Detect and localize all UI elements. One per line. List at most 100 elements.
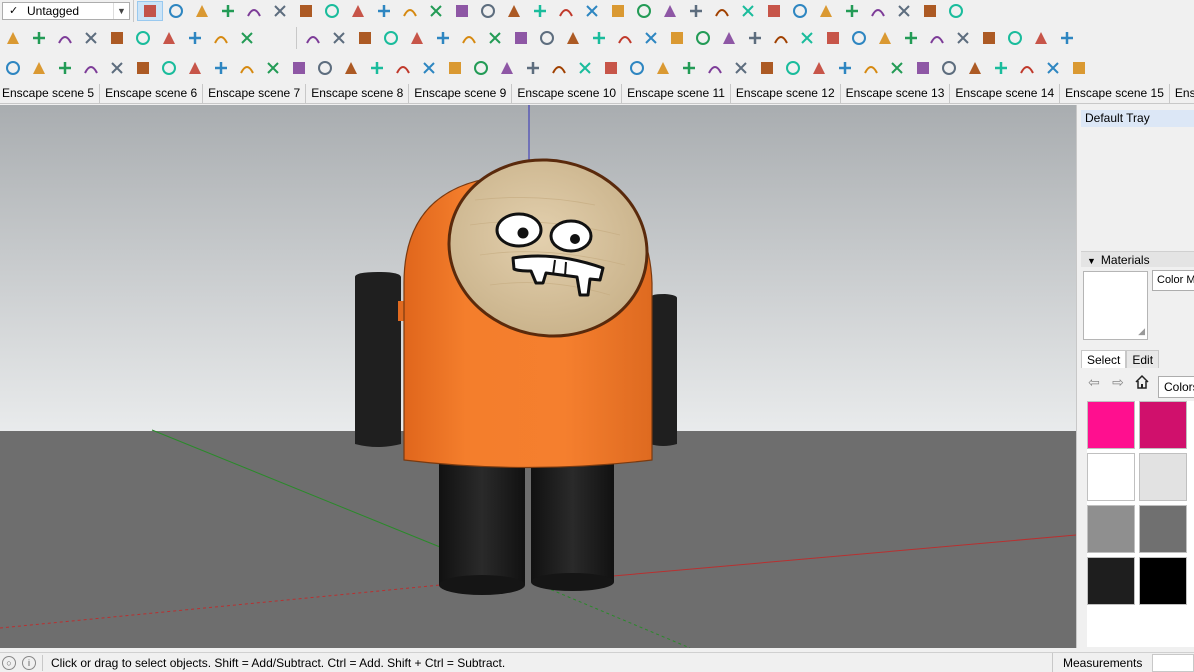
home-icon[interactable] (761, 1, 787, 21)
orbit-icon[interactable] (475, 1, 501, 21)
smooth-icon[interactable] (1028, 25, 1054, 51)
plane6-icon[interactable] (130, 55, 156, 81)
cone-icon[interactable] (442, 55, 468, 81)
move-icon[interactable] (319, 1, 345, 21)
components-icon[interactable] (657, 1, 683, 21)
vine-icon[interactable] (312, 55, 338, 81)
info-icon[interactable] (234, 25, 260, 51)
scene-tab[interactable]: Enscape scene 10 (512, 84, 623, 103)
layers4-icon[interactable] (1040, 55, 1066, 81)
close-x-icon[interactable] (910, 55, 936, 81)
tape-measure-icon[interactable] (397, 1, 423, 21)
grid-icon[interactable] (1054, 25, 1080, 51)
fillet-icon[interactable] (612, 25, 638, 51)
styles-icon[interactable] (631, 1, 657, 21)
door-icon[interactable] (891, 1, 917, 21)
window-icon[interactable] (865, 1, 891, 21)
scene-tab[interactable]: Enscape scene 7 (203, 84, 307, 103)
plane3-icon[interactable] (52, 55, 78, 81)
split-icon[interactable] (638, 25, 664, 51)
duplicate-icon[interactable] (754, 55, 780, 81)
bend-icon[interactable] (456, 25, 482, 51)
rotate-icon[interactable] (345, 1, 371, 21)
layout-icon[interactable] (832, 55, 858, 81)
color-swatch[interactable] (1139, 453, 1187, 501)
color-swatch[interactable] (1087, 401, 1135, 449)
undo-curve-icon[interactable] (650, 55, 676, 81)
collapse-triangle-icon[interactable]: ▼ (1087, 256, 1096, 266)
cloud-upload-icon[interactable] (156, 25, 182, 51)
scene-tab[interactable]: Enscape scene 15 (1060, 84, 1170, 103)
corner-icon[interactable] (560, 25, 586, 51)
chain-icon[interactable] (286, 55, 312, 81)
pillow-icon[interactable] (260, 55, 286, 81)
scale-icon[interactable] (371, 1, 397, 21)
cube-wire-icon[interactable] (482, 25, 508, 51)
surface-icon[interactable] (404, 25, 430, 51)
cycle-icon[interactable] (546, 55, 572, 81)
warning-icon[interactable] (494, 55, 520, 81)
house-icon[interactable] (735, 1, 761, 21)
arc3-icon[interactable] (534, 25, 560, 51)
pan-icon[interactable] (501, 1, 527, 21)
wall-icon[interactable] (839, 1, 865, 21)
plane-icon[interactable] (0, 55, 26, 81)
enscape-sync-icon[interactable] (26, 25, 52, 51)
scene-tab[interactable]: Enscape scene 12 (731, 84, 841, 103)
slice-icon[interactable] (352, 25, 378, 51)
roof2-icon[interactable] (917, 1, 943, 21)
back-arrow-icon[interactable]: ⇦ (1085, 373, 1103, 391)
lasso-icon[interactable] (520, 55, 546, 81)
user-icon[interactable] (683, 1, 709, 21)
profile-icon[interactable] (690, 25, 716, 51)
checker-icon[interactable] (130, 25, 156, 51)
viewport-canvas[interactable] (0, 105, 1076, 648)
scene-tab[interactable]: Enscape scene 5 (0, 84, 101, 103)
sweep-icon[interactable] (872, 25, 898, 51)
home-icon[interactable] (1133, 373, 1151, 391)
plane4-icon[interactable] (78, 55, 104, 81)
round-icon[interactable] (976, 25, 1002, 51)
stair-icon[interactable] (664, 25, 690, 51)
info-icon[interactable]: i (22, 655, 36, 670)
dashed-circle-icon[interactable] (936, 55, 962, 81)
zoom-extents-icon[interactable] (553, 1, 579, 21)
zoom-icon[interactable] (527, 1, 553, 21)
tray-title[interactable]: Default Tray (1081, 110, 1194, 127)
grid-dots-icon[interactable] (806, 55, 832, 81)
follow-me-icon[interactable] (293, 1, 319, 21)
mirror-icon[interactable] (924, 25, 950, 51)
explode-icon[interactable] (702, 55, 728, 81)
push-pull-icon[interactable] (267, 1, 293, 21)
forward-arrow-icon[interactable]: ⇨ (1109, 373, 1127, 391)
fence-icon[interactable] (943, 1, 969, 21)
section-icon[interactable] (579, 1, 605, 21)
rotate-arrows-icon[interactable] (572, 55, 598, 81)
cup-icon[interactable] (624, 55, 650, 81)
array-icon[interactable] (950, 25, 976, 51)
curve-icon[interactable] (300, 25, 326, 51)
mail-icon[interactable] (208, 25, 234, 51)
scene-tab[interactable]: Enscape scene 8 (306, 84, 410, 103)
color-swatch[interactable] (1087, 453, 1135, 501)
add-circle-icon[interactable] (78, 25, 104, 51)
scene-tab[interactable]: Enscape scene 16 (1170, 84, 1194, 103)
tab-select[interactable]: Select (1081, 350, 1127, 368)
move-cross-icon[interactable] (390, 55, 416, 81)
panels-icon[interactable] (962, 55, 988, 81)
tag-dropdown[interactable]: ✓ Untagged ▼ (2, 2, 130, 20)
enscape-logo-icon[interactable] (0, 25, 26, 51)
extrude-icon[interactable] (378, 25, 404, 51)
stamp-icon[interactable] (780, 55, 806, 81)
transform-icon[interactable] (728, 55, 754, 81)
settings-icon[interactable] (182, 25, 208, 51)
hatch-icon[interactable] (858, 55, 884, 81)
cross-icon[interactable] (364, 55, 390, 81)
frame-icon[interactable] (208, 55, 234, 81)
building-icon[interactable] (787, 1, 813, 21)
plane2-icon[interactable] (26, 55, 52, 81)
pyramid-icon[interactable] (468, 55, 494, 81)
loft-icon[interactable] (742, 25, 768, 51)
plane5-icon[interactable] (104, 55, 130, 81)
color-swatch[interactable] (1087, 505, 1135, 553)
